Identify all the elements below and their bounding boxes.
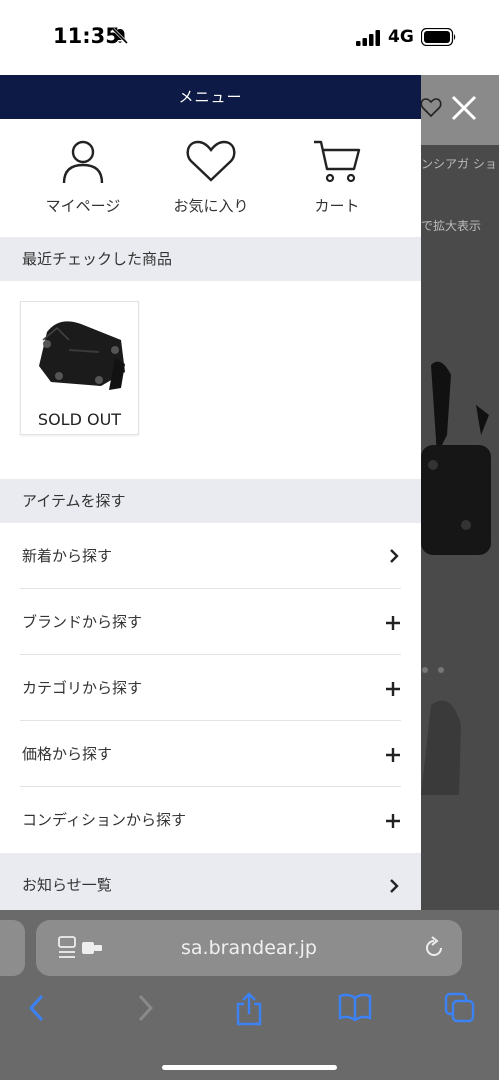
address-bar[interactable]: sa.brandear.jp	[36, 920, 462, 976]
news-label: お知らせ一覧	[22, 876, 112, 894]
browse-section-header: アイテムを探す	[0, 479, 421, 523]
favorites-link[interactable]: お気に入り	[141, 119, 281, 237]
background-product-image	[421, 345, 499, 595]
menu-item-label: カテゴリから探す	[22, 679, 143, 697]
menu-item-brand[interactable]: ブランドから探す	[0, 589, 421, 655]
tabs-icon[interactable]	[444, 992, 476, 1028]
background-product-thumb	[421, 695, 499, 805]
plus-icon	[386, 748, 400, 762]
url-text: sa.brandear.jp	[181, 937, 317, 959]
previous-tab-preview[interactable]	[0, 920, 25, 976]
menu-item-category[interactable]: カテゴリから探す	[0, 655, 421, 721]
cart-icon	[314, 140, 361, 183]
recent-section-header: 最近チェックした商品	[0, 237, 421, 281]
menu-item-label: ブランドから探す	[22, 613, 143, 631]
battery-icon	[420, 27, 457, 50]
menu-item-condition[interactable]: コンディションから探す	[0, 787, 421, 853]
browser-bottom-bar: sa.brandear.jp	[0, 910, 499, 1080]
plus-icon	[386, 616, 400, 630]
cart-link[interactable]: カート	[267, 119, 407, 237]
menu-item-label: コンディションから探す	[22, 811, 186, 829]
forward-icon[interactable]	[134, 992, 156, 1028]
recent-product-card[interactable]: SOLD OUT	[20, 301, 139, 435]
heart-icon	[186, 140, 236, 182]
plus-icon	[386, 682, 400, 696]
product-image	[29, 310, 132, 400]
bookmarks-icon[interactable]	[338, 992, 372, 1028]
network-type: 4G	[388, 27, 414, 47]
menu-item-label: 価格から探す	[22, 745, 113, 763]
person-icon	[62, 140, 104, 184]
status-time: 11:35	[53, 24, 120, 48]
menu-item-price[interactable]: 価格から探す	[0, 721, 421, 787]
side-menu-drawer: メニュー マイページ お気に入り カート 最近チェックした商品 SOLD OUT…	[0, 75, 421, 910]
cellular-signal-icon	[356, 30, 382, 50]
background-page-overlay[interactable]: ンシアガ ショ で拡大表示	[421, 75, 499, 910]
mypage-label: マイページ	[45, 197, 121, 215]
chevron-right-icon	[390, 549, 399, 563]
plus-icon	[386, 814, 400, 828]
menu-item-label: 新着から探す	[22, 547, 113, 565]
status-bar: 11:35 4G	[0, 0, 499, 75]
recent-products: SOLD OUT	[0, 281, 421, 479]
background-heart-icon	[421, 95, 443, 123]
chevron-right-icon	[390, 879, 399, 893]
back-icon[interactable]	[26, 992, 48, 1028]
menu-title: メニュー	[0, 75, 421, 119]
reload-icon[interactable]	[422, 936, 446, 964]
background-brand-text: ンシアガ ショ	[421, 157, 497, 171]
cart-label: カート	[314, 197, 360, 215]
share-icon[interactable]	[234, 992, 264, 1030]
background-zoom-text: で拡大表示	[421, 219, 482, 233]
close-menu-icon[interactable]	[449, 93, 479, 127]
menu-item-new-arrivals[interactable]: 新着から探す	[0, 523, 421, 589]
mypage-link[interactable]: マイページ	[13, 119, 153, 237]
carousel-dots	[421, 660, 461, 679]
quick-links: マイページ お気に入り カート	[0, 119, 421, 237]
menu-item-news[interactable]: お知らせ一覧	[0, 853, 421, 910]
home-indicator	[162, 1065, 337, 1070]
product-status-label: SOLD OUT	[37, 410, 122, 429]
bell-slash-icon	[111, 27, 129, 49]
favorites-label: お気に入り	[173, 197, 249, 215]
